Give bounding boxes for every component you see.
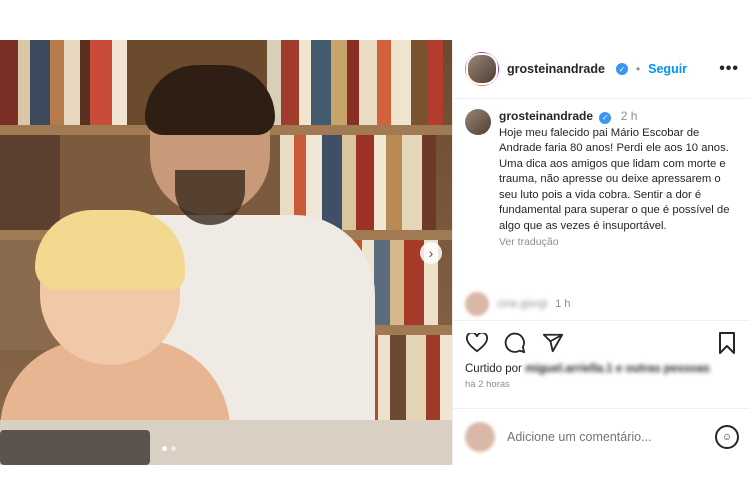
- more-options-icon[interactable]: •••: [719, 60, 739, 78]
- liked-names[interactable]: miguel.arriella.1 e outras pessoas: [525, 363, 710, 375]
- photo-child-hair: [35, 210, 185, 290]
- post-header: grosteinandrade ✓ • Seguir •••: [453, 40, 750, 99]
- carousel-dot: [171, 446, 176, 451]
- caption-username[interactable]: grosteinandrade: [499, 109, 593, 123]
- instagram-post: › grosteinandrade ✓ • Seguir ••• grostei…: [0, 40, 750, 465]
- verified-badge-icon: ✓: [599, 111, 612, 124]
- follow-button[interactable]: Seguir: [648, 62, 687, 76]
- story-ring[interactable]: [465, 52, 499, 86]
- heart-icon[interactable]: [465, 331, 489, 355]
- post-time-ago: há 2 horas: [465, 379, 510, 390]
- add-comment-input[interactable]: [505, 429, 705, 445]
- liked-prefix: Curtido por: [465, 363, 522, 375]
- comment-icon[interactable]: [503, 331, 527, 355]
- emoji-icon[interactable]: ☺: [715, 425, 739, 449]
- post-photo[interactable]: ›: [0, 40, 452, 465]
- share-icon[interactable]: [541, 331, 565, 355]
- commenter-username[interactable]: cine.giorgi: [497, 298, 547, 310]
- separator: •: [635, 62, 641, 76]
- caption-text: Hoje meu falecido pai Mário Escobar de A…: [499, 126, 730, 232]
- bookmark-icon[interactable]: [715, 331, 739, 355]
- add-comment-bar: ☺: [453, 408, 750, 465]
- liked-by-text: Curtido por miguel.arriella.1 e outras p…: [453, 361, 750, 377]
- see-translation-link[interactable]: Ver tradução: [499, 236, 739, 248]
- caption-time: 2 h: [620, 109, 638, 123]
- caption-area: grosteinandrade ✓ 2 h Hoje meu falecido …: [453, 99, 750, 319]
- chevron-right-icon[interactable]: ›: [420, 242, 442, 264]
- avatar[interactable]: [466, 53, 498, 85]
- post-username[interactable]: grosteinandrade: [507, 62, 605, 76]
- caption-avatar[interactable]: [465, 109, 491, 135]
- carousel-dots: [162, 446, 176, 451]
- commenter-avatar[interactable]: [465, 292, 489, 316]
- carousel-dot-active: [162, 446, 167, 451]
- verified-badge-icon: ✓: [615, 63, 628, 75]
- photo-typewriter: [0, 430, 150, 465]
- current-user-avatar: [465, 422, 495, 452]
- comment-row: cine.giorgi 1 h: [465, 292, 570, 316]
- post-side-panel: grosteinandrade ✓ • Seguir ••• grosteina…: [452, 40, 750, 465]
- comment-time: 1 h: [555, 298, 571, 310]
